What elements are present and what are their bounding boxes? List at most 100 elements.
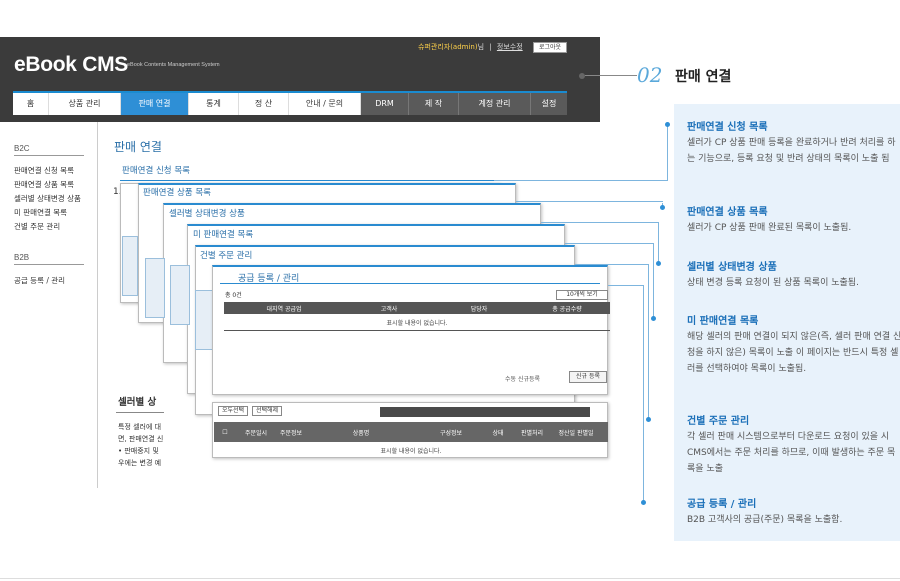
nav-account[interactable]: 계정 관리 [459,93,531,115]
stack-label-orders: 건별 주문 관리 [200,251,253,261]
sidebar-divider [14,264,84,265]
col-quantity: 총 공급수량 [552,305,582,313]
annotation-number: 02 [637,63,663,87]
seller-text-line: • 판매중지 및 [118,447,159,455]
bottom-divider [0,578,900,579]
nav-home[interactable]: 홈 [13,93,49,115]
desc-text-product: 셀러가 CP 상품 판매 완료된 목록이 노출됨. [687,223,852,233]
nav-stats[interactable]: 통계 [189,93,239,115]
connector-line [658,222,659,264]
panel-strip [122,236,138,296]
connector-line [541,222,658,223]
annotation-dot [579,73,585,79]
select-all-button[interactable]: 오두선택 [218,406,248,416]
desc-text-orders: 각 셀러 판매 시스템으로부터 다운로드 요청이 있을 시 CMS에서는 주문 … [687,432,896,474]
total-count: 총 0건 [225,292,242,299]
connector-dot [665,122,670,127]
col-judge: 판별처리 [520,429,544,437]
stack-label-product: 판매연결 상품 목록 [143,188,211,198]
seller-text-line: 특정 셀러에 대 [118,423,162,431]
col-composition: 구성정보 [439,429,463,437]
edit-info-link[interactable]: 정보수정 [497,43,523,51]
connector-line [648,264,649,419]
logout-button[interactable]: 로그아웃 [533,42,567,53]
deselect-button[interactable]: 선택해제 [252,406,282,416]
nav-drm[interactable]: DRM [361,93,409,115]
annotation-title: 판매 연결 [675,69,732,85]
annotation-line [585,75,637,76]
sidebar-item-unlinked[interactable]: 미 판매연결 목록 [14,207,67,218]
sidebar-divider [14,155,84,156]
nav-produce[interactable]: 제 작 [409,93,459,115]
desc-title-supply: 공급 등록 / 관리 [687,499,757,510]
desc-text-supply: B2B 고객사의 공급(주문) 목록을 노출함. [687,515,843,525]
col-settle-date: 정산일 판별일 [558,429,594,437]
orders-table-header: ☐ 주문일시 주문정보 상품명 구성정보 상태 판별처리 정산일 판별일 [214,422,608,442]
table-bottom-border [224,330,610,331]
seller-text: 특정 셀러에 대 면, 판매연결 신 • 판매중지 및 우에는 변경 예 [118,421,163,469]
sidebar-item-request-list[interactable]: 판매연결 신청 목록 [14,165,74,176]
stack-label-request: 판매연결 신청 목록 [122,166,190,176]
stack-label-status: 셀러별 상태변경 상품 [169,209,245,219]
sidebar-item-product-list[interactable]: 판매연결 상품 목록 [14,179,74,190]
col-region: 대지역 공급업 [266,305,302,313]
orders-table-empty: 표시할 내용이 없습니다. [380,448,442,455]
user-info: 슈퍼관리자(admin)님 | 정보수정 [418,42,523,52]
desc-title-unlinked: 미 판매연결 목록 [687,316,759,327]
stack-line [220,283,600,284]
sidebar-item-supply[interactable]: 공급 등록 / 관리 [14,275,65,286]
col-manager: 담당자 [470,305,488,313]
user-name: 슈퍼관리자(admin) [418,43,478,51]
col-product-name: 상품명 [352,429,370,437]
sidebar-item-orders[interactable]: 건별 주문 관리 [14,221,60,232]
connector-line [494,180,668,181]
nav-settings[interactable]: 설정 [531,93,567,115]
main-nav: 홈 상품 관리 판매 연결 통계 정 산 안내 / 문의 DRM 제 작 계정 … [13,91,567,115]
connector-line [643,285,644,502]
sidebar-b2c-heading: B2C [14,144,30,153]
connector-dot [660,205,665,210]
desc-text-status: 상태 변경 등록 요청이 된 상품 목록이 노출됨. [687,278,859,288]
connector-line [653,243,654,318]
seller-text-line: 면, 판매연결 신 [118,435,164,443]
connector-dot [646,417,651,422]
sidebar [0,122,98,488]
nav-settlement[interactable]: 정 산 [239,93,289,115]
connector-line [516,201,663,202]
nav-sales-link[interactable]: 판매 연결 [121,93,189,115]
user-suffix: 님 [477,43,485,51]
stack-label-unlinked: 미 판매연결 목록 [193,230,254,240]
desc-title-status: 셀러별 상태변경 상품 [687,262,777,273]
app-logo[interactable]: eBook CMS [14,53,128,77]
connector-line [565,243,653,244]
connector-dot [651,316,656,321]
connector-line [667,124,668,181]
col-status: 상태 [492,429,504,437]
seller-text-line: 우에는 변경 예 [118,459,162,467]
col-order-info: 주문정보 [279,429,303,437]
nav-product[interactable]: 상품 관리 [49,93,121,115]
register-button[interactable]: 신규 등록 [569,371,607,383]
connector-dot [641,500,646,505]
seller-divider [116,412,164,413]
connector-dot [656,261,661,266]
app-logo-subtitle: eBook Contents Management System [127,62,220,68]
connector-line [608,285,643,286]
sidebar-b2b-heading: B2B [14,253,30,262]
user-separator: | [489,43,492,51]
desc-title-product: 판매연결 상품 목록 [687,207,768,218]
seller-heading: 셀러별 상 [118,397,157,408]
desc-title-orders: 건별 주문 관리 [687,416,750,427]
connector-line [575,264,648,265]
desc-title-request: 판매연결 신청 목록 [687,122,768,133]
col-check: ☐ [222,428,228,436]
sidebar-item-status-change[interactable]: 셀러별 상태변경 상품 [14,193,81,204]
supply-table-empty: 표시할 내용이 없습니다. [386,320,448,327]
page-title: 판매 연결 [114,140,162,154]
desc-text-unlinked: 해당 셀러의 판매 연결이 되지 않은(즉, 셀러 판매 연결 신청을 하지 않… [687,332,900,374]
col-order-date: 주문일시 [244,429,268,437]
nav-guide[interactable]: 안내 / 문의 [289,93,361,115]
supply-table-header: 대지역 공급업 고객사 담당자 총 공급수량 [224,302,610,314]
per-page-select[interactable]: 10개씩 보기 [556,290,608,300]
stack-line [120,180,494,181]
